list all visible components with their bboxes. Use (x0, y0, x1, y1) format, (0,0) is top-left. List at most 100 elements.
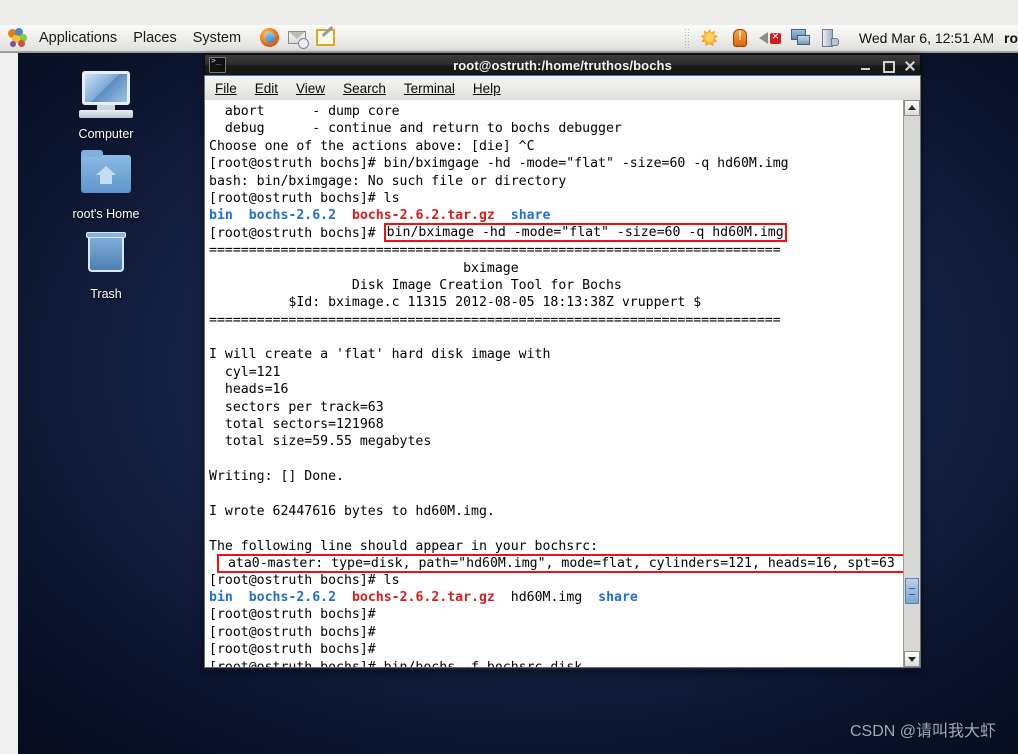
scroll-down-button[interactable] (904, 651, 920, 667)
ls-entry (495, 590, 511, 605)
trash-icon (73, 229, 139, 283)
shell-prompt: [root@ostruth bochs]# (209, 642, 384, 658)
terminal-titlebar[interactable]: root@ostruth:/home/truthos/bochs (204, 54, 921, 75)
volume-muted-icon[interactable] (758, 27, 781, 49)
menu-edit-label: Edit (254, 80, 279, 96)
system-tray: Wed Mar 6, 12:51 AM ro (683, 25, 1018, 52)
update-notifier-icon[interactable] (699, 27, 721, 49)
battery-icon[interactable] (819, 27, 841, 49)
shell-prompt: [root@ostruth bochs]# (209, 156, 384, 172)
ls-entry (336, 590, 352, 605)
menu-edit[interactable]: Edit (247, 79, 286, 98)
ls-entry: hd60M.img (510, 589, 583, 605)
scroll-up-button[interactable] (904, 100, 920, 116)
shell-command: ls (383, 572, 400, 588)
menu-help[interactable]: Help (465, 79, 509, 98)
menu-search-label: Search (343, 80, 386, 96)
clock[interactable]: Wed Mar 6, 12:51 AM (859, 30, 994, 46)
ls-entry: bochs-2.6.2 (248, 589, 337, 605)
desktop-icon-home[interactable]: root's Home (54, 149, 158, 221)
terminal-line: [root@ostruth bochs]# bin/bximgage -hd -… (207, 155, 903, 172)
menu-view-label: View (296, 80, 326, 96)
terminal-line: [root@ostruth bochs]# bin/bochs -f bochs… (207, 659, 903, 668)
minimize-button[interactable] (860, 60, 871, 71)
ls-entry: bin (209, 208, 233, 224)
ls-entry (233, 590, 249, 605)
alert-icon[interactable] (729, 27, 751, 49)
screen: Computer root's Home Trash CSDN @请叫我大虾 A… (0, 0, 1018, 754)
terminal-menubar: File Edit View Search Terminal Help (204, 75, 921, 100)
ls-entry: bochs-2.6.2.tar.gz (351, 208, 495, 224)
shell-prompt: [root@ostruth bochs]# (209, 190, 384, 206)
terminal-line: cyl=121 (209, 364, 281, 380)
terminal-line: [root@ostruth bochs]# (207, 606, 903, 623)
terminal-window[interactable]: root@ostruth:/home/truthos/bochs File Ed… (204, 54, 921, 670)
ls-entry: bochs-2.6.2 (248, 208, 337, 224)
terminal-body[interactable]: abort - dump core debug - continue and r… (204, 100, 921, 668)
menu-terminal[interactable]: Terminal (396, 79, 463, 98)
shell-command: bin/bximgage -hd -mode="flat" -size=60 -… (383, 156, 789, 172)
network-icon[interactable] (789, 27, 811, 49)
terminal-line: bin bochs-2.6.2 bochs-2.6.2.tar.gz hd60M… (207, 589, 903, 606)
terminal-line: heads=16 (209, 382, 289, 398)
window-buttons (860, 55, 915, 76)
menu-places[interactable]: Places (126, 28, 184, 48)
menu-terminal-label: Terminal (403, 80, 455, 96)
scrollbar-thumb[interactable] (905, 578, 919, 604)
gnome-logo-icon[interactable] (8, 28, 28, 48)
computer-icon (73, 69, 139, 123)
terminal-line: ata0-master: type=disk, path="hd60M.img"… (207, 554, 903, 574)
ls-entry: bin (209, 589, 233, 605)
watermark: CSDN @请叫我大虾 (849, 723, 996, 740)
text-editor-icon[interactable] (315, 26, 337, 49)
terminal-line: debug - continue and return to bochs deb… (209, 121, 622, 137)
menu-view[interactable]: View (288, 79, 333, 98)
shell-prompt: [root@ostruth bochs]# (209, 624, 384, 640)
terminal-output[interactable]: abort - dump core debug - continue and r… (205, 100, 903, 667)
terminal-line: total sectors=121968 (209, 417, 384, 433)
top-panel: Applications Places System Wed Mar 6, 1 (0, 0, 1018, 53)
ls-entry: share (598, 589, 638, 605)
desktop-icon-computer[interactable]: Computer (54, 69, 158, 141)
desktop-icon-trash[interactable]: Trash (54, 229, 158, 301)
terminal-scrollbar[interactable] (903, 100, 920, 667)
ls-entry: share (510, 208, 551, 224)
menu-applications[interactable]: Applications (32, 28, 124, 48)
terminal-line: I wrote 62447616 bytes to hd60M.img. (209, 503, 495, 519)
maximize-button[interactable] (882, 60, 895, 73)
highlight-box: bin/bximage -hd -mode="flat" -size=60 -q… (383, 222, 787, 242)
terminal-line: bash: bin/bximgage: No such file or dire… (209, 173, 567, 189)
menu-file[interactable]: File (207, 79, 245, 98)
terminal-line: [root@ostruth bochs]# ls (207, 572, 903, 589)
ls-entry (336, 208, 352, 223)
terminal-line: [root@ostruth bochs]# (207, 641, 903, 658)
shell-prompt: [root@ostruth bochs]# (209, 225, 384, 241)
home-folder-icon (73, 149, 139, 203)
terminal-line: I will create a 'flat' hard disk image w… (209, 347, 551, 363)
terminal-line: Choose one of the actions above: [die] ^… (209, 138, 535, 154)
terminal-line: [root@ostruth bochs]# (207, 624, 903, 641)
shell-command: bin/bochs -f bochsrc.disk (383, 659, 583, 668)
close-button[interactable] (904, 60, 915, 71)
mail-icon[interactable] (287, 27, 310, 49)
terminal-line: ========================================… (209, 312, 781, 328)
ls-entry (233, 208, 249, 223)
terminal-line: abort - dump core (209, 104, 400, 119)
tray-handle[interactable] (683, 28, 690, 48)
terminal-line: Disk Image Creation Tool for Bochs (209, 277, 622, 293)
shell-command: ls (383, 190, 400, 206)
highlight-box: ata0-master: type=disk, path="hd60M.img"… (217, 554, 903, 574)
shell-prompt: [root@ostruth bochs]# (209, 607, 384, 623)
terminal-line: [root@ostruth bochs]# ls (207, 190, 903, 207)
desktop-icon-label: Computer (78, 127, 134, 141)
menu-system[interactable]: System (186, 28, 248, 48)
firefox-icon[interactable] (259, 27, 281, 49)
terminal-line: $Id: bximage.c 11315 2012-08-05 18:13:38… (209, 295, 702, 311)
user-menu[interactable]: ro (1004, 30, 1018, 46)
panel-inner: Applications Places System Wed Mar 6, 1 (0, 25, 1018, 52)
terminal-line: ========================================… (209, 243, 781, 259)
shell-prompt: [root@ostruth bochs]# (209, 572, 384, 588)
menu-search[interactable]: Search (335, 79, 394, 98)
